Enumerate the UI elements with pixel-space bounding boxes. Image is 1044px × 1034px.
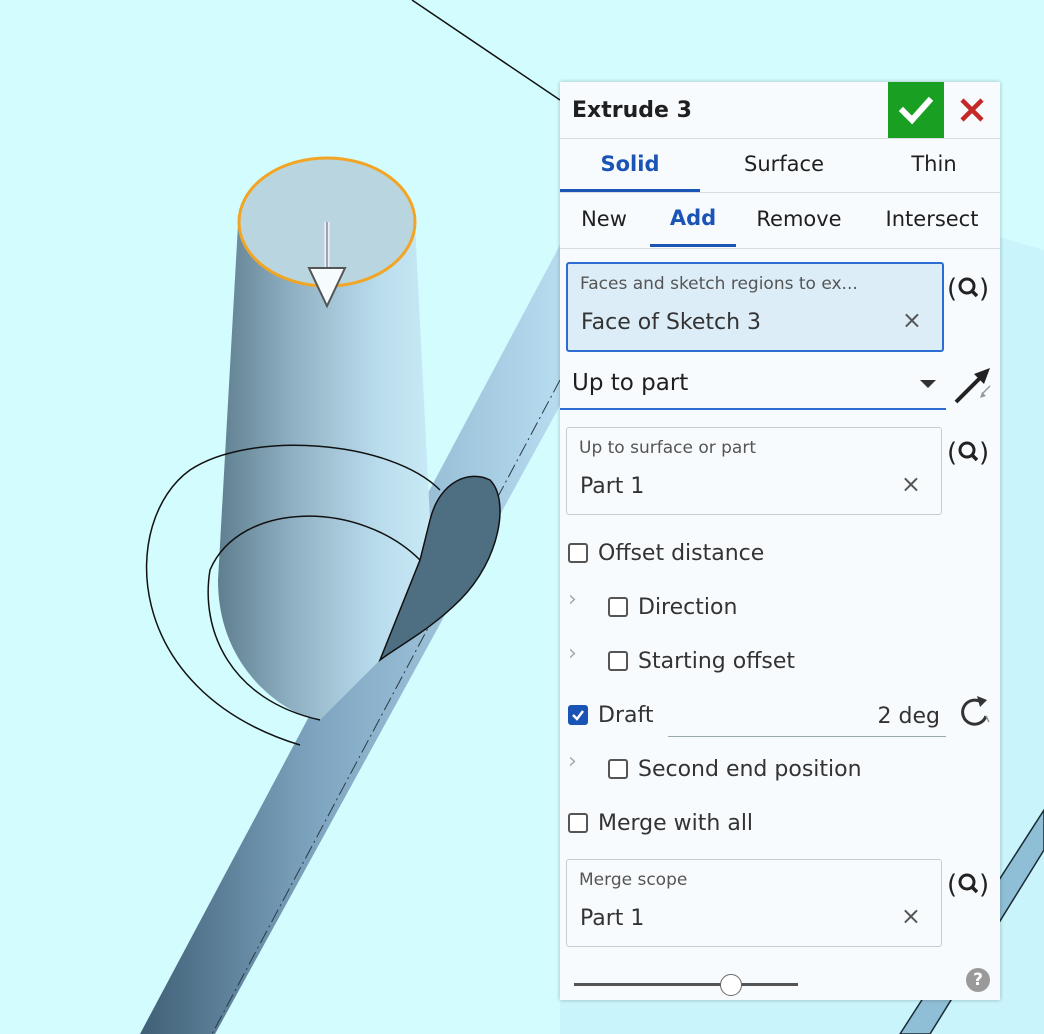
faces-select-button[interactable]: ( ) bbox=[946, 268, 990, 308]
magnifier-icon: ( ) bbox=[947, 274, 989, 304]
svg-text:): ) bbox=[979, 870, 989, 900]
up-to-select-button[interactable]: ( ) bbox=[946, 432, 990, 472]
merge-scope-label: Merge scope bbox=[579, 870, 688, 890]
draft-checkbox[interactable] bbox=[568, 705, 588, 725]
flip-draft-button[interactable] bbox=[956, 694, 992, 734]
merge-scope-value: Part 1 bbox=[580, 906, 645, 931]
dialog-title: Extrude 3 bbox=[572, 98, 692, 123]
merge-scope-select-button[interactable]: ( ) bbox=[946, 864, 990, 904]
cancel-button[interactable] bbox=[950, 88, 994, 132]
tab-solid[interactable]: Solid bbox=[560, 138, 700, 192]
draft-input-underline bbox=[668, 736, 946, 737]
merge-with-all-checkbox[interactable] bbox=[568, 813, 588, 833]
operation-tabs: New Add Remove Intersect bbox=[560, 192, 1000, 249]
offset-distance-option[interactable]: Offset distance bbox=[568, 533, 764, 573]
magnifier-icon: ( ) bbox=[947, 870, 989, 900]
faces-field-value: Face of Sketch 3 bbox=[581, 310, 762, 335]
starting-offset-option[interactable]: Starting offset bbox=[608, 641, 795, 681]
chevron-right-icon[interactable]: › bbox=[568, 641, 577, 666]
draft-option[interactable]: Draft bbox=[568, 695, 653, 735]
starting-offset-checkbox[interactable] bbox=[608, 651, 628, 671]
dialog-header: Extrude 3 bbox=[560, 82, 1000, 139]
rotate-icon bbox=[961, 696, 990, 726]
operation-remove[interactable]: Remove bbox=[746, 192, 852, 245]
operation-add[interactable]: Add bbox=[650, 192, 736, 247]
chevron-down-icon bbox=[920, 380, 936, 388]
checkmark-icon bbox=[572, 710, 584, 721]
flip-direction-icon bbox=[954, 368, 991, 404]
tab-thin[interactable]: Thin bbox=[880, 138, 988, 190]
operation-new[interactable]: New bbox=[566, 192, 642, 245]
magnifier-icon: ( ) bbox=[947, 438, 989, 468]
preview-slider-handle[interactable] bbox=[719, 974, 742, 996]
merge-scope-clear-button[interactable]: × bbox=[901, 902, 921, 930]
faces-clear-button[interactable]: × bbox=[902, 306, 922, 334]
draft-label: Draft bbox=[598, 702, 654, 728]
second-end-position-label: Second end position bbox=[638, 756, 862, 782]
direction-label: Direction bbox=[638, 594, 738, 620]
chevron-right-icon[interactable]: › bbox=[568, 749, 577, 774]
up-to-clear-button[interactable]: × bbox=[901, 470, 921, 498]
draft-angle-input[interactable]: 2 deg bbox=[878, 704, 940, 729]
offset-distance-label: Offset distance bbox=[598, 540, 765, 566]
end-type-dropdown[interactable]: Up to part bbox=[560, 360, 946, 410]
close-icon bbox=[960, 98, 984, 122]
type-tabs: Solid Surface Thin bbox=[560, 138, 1000, 193]
svg-text:(: ( bbox=[947, 438, 957, 468]
up-to-field-label: Up to surface or part bbox=[579, 438, 756, 458]
merge-with-all-option[interactable]: Merge with all bbox=[568, 803, 753, 843]
faces-field-label: Faces and sketch regions to ex... bbox=[580, 274, 858, 294]
preview-slider-track[interactable] bbox=[574, 983, 798, 986]
direction-checkbox[interactable] bbox=[608, 597, 628, 617]
faces-selection-field[interactable]: Faces and sketch regions to ex... Face o… bbox=[566, 262, 944, 352]
second-end-position-checkbox[interactable] bbox=[608, 759, 628, 779]
svg-text:): ) bbox=[979, 274, 989, 304]
up-to-field-value: Part 1 bbox=[580, 474, 645, 499]
end-type-value: Up to part bbox=[572, 370, 689, 396]
accept-button[interactable] bbox=[888, 82, 944, 138]
chevron-right-icon[interactable]: › bbox=[568, 587, 577, 612]
operation-intersect[interactable]: Intersect bbox=[874, 192, 990, 245]
svg-text:(: ( bbox=[947, 274, 957, 304]
extrude-dialog: Extrude 3 Solid Surface Thin New Add Rem… bbox=[560, 82, 1000, 1000]
checkmark-icon bbox=[899, 96, 933, 125]
svg-text:): ) bbox=[979, 438, 989, 468]
starting-offset-label: Starting offset bbox=[638, 648, 795, 674]
svg-text:(: ( bbox=[947, 870, 957, 900]
second-end-position-option[interactable]: Second end position bbox=[608, 749, 862, 789]
help-icon[interactable]: ? bbox=[966, 968, 990, 992]
up-to-part-field[interactable]: Up to surface or part Part 1 × bbox=[566, 427, 942, 515]
merge-scope-field[interactable]: Merge scope Part 1 × bbox=[566, 859, 942, 947]
tab-surface[interactable]: Surface bbox=[710, 138, 858, 190]
flip-direction-button[interactable] bbox=[952, 366, 994, 410]
merge-with-all-label: Merge with all bbox=[598, 810, 754, 836]
direction-option[interactable]: Direction bbox=[608, 587, 737, 627]
offset-distance-checkbox[interactable] bbox=[568, 543, 588, 563]
